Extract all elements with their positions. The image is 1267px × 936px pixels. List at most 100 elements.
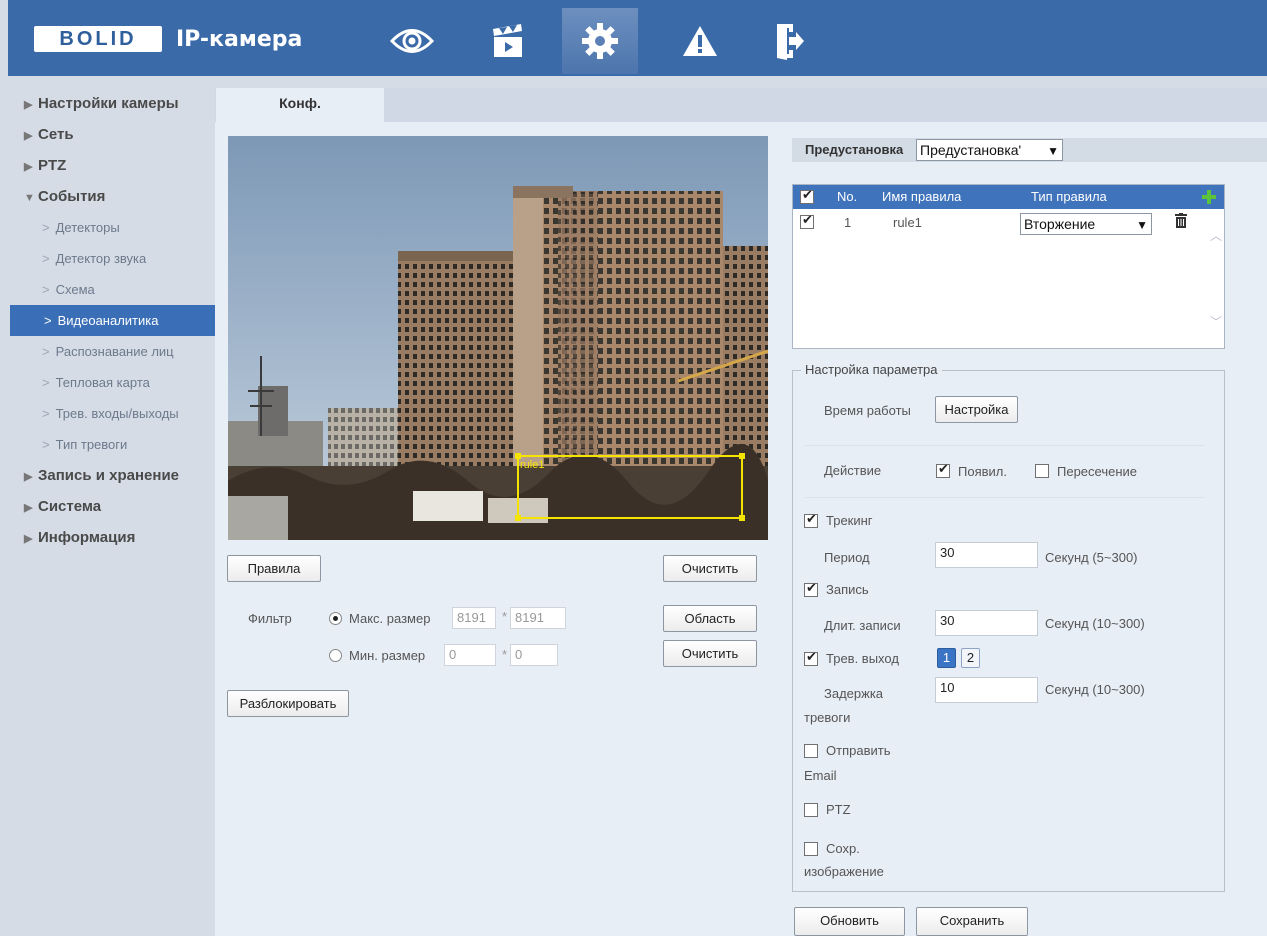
refresh-button[interactable]: Обновить xyxy=(794,907,905,936)
tracking-checkbox[interactable] xyxy=(804,512,818,528)
sidebar-item-storage[interactable]: ▶ Запись и хранение xyxy=(8,460,215,491)
chevron-right-icon: > xyxy=(42,437,50,452)
alarm-out-checkbox[interactable] xyxy=(804,650,818,666)
times-sign: * xyxy=(502,609,508,624)
scroll-down-icon[interactable]: ﹀ xyxy=(1210,313,1222,330)
record-checkbox[interactable] xyxy=(804,581,818,597)
sidebar-item-alarm-io[interactable]: > Трев. входы/выходы xyxy=(8,398,215,429)
preset-row: Предустановка Предустановка' ▼ xyxy=(792,138,1267,162)
clear-button[interactable]: Очистить xyxy=(663,555,757,582)
sidebar-item-label: Тепловая карта xyxy=(55,375,150,390)
sidebar-item-info[interactable]: ▶ Информация xyxy=(8,522,215,553)
sidebar-item-camera-settings[interactable]: ▶ Настройки камеры xyxy=(8,88,215,119)
record-length-hint: Секунд (10~300) xyxy=(1045,616,1145,631)
save-image-checkbox[interactable] xyxy=(804,842,818,856)
col-no: No. xyxy=(837,189,858,204)
sidebar-item-events[interactable]: ▼ События xyxy=(8,181,215,212)
sidebar-item-face-recognition[interactable]: > Распознавание лиц xyxy=(8,336,215,367)
preset-select[interactable]: Предустановка' ▼ xyxy=(916,139,1063,161)
chevron-down-icon: ▼ xyxy=(1136,218,1148,232)
chevron-right-icon: > xyxy=(42,406,50,421)
sidebar-item-label: PTZ xyxy=(38,157,67,174)
add-rule-icon[interactable] xyxy=(1202,190,1216,204)
row-checkbox[interactable] xyxy=(800,213,814,229)
action-appear-checkbox[interactable] xyxy=(936,462,950,478)
live-view-nav[interactable] xyxy=(374,8,450,74)
chevron-right-icon: > xyxy=(42,375,50,390)
min-width-input[interactable]: 0 xyxy=(444,644,496,666)
alarm-nav[interactable] xyxy=(662,8,738,74)
video-preview[interactable]: rule1 xyxy=(228,136,768,540)
sidebar-item-label: Информация xyxy=(38,529,136,546)
expand-arrow-icon: ▶ xyxy=(24,502,33,514)
playback-nav[interactable] xyxy=(470,8,546,74)
save-image-label-2: изображение xyxy=(804,864,884,879)
scroll-up-icon[interactable]: ︿ xyxy=(1210,227,1222,244)
collapse-arrow-icon: ▼ xyxy=(24,192,35,204)
table-scrollbar[interactable]: ︿ ﹀ xyxy=(1206,209,1224,348)
chevron-right-icon: > xyxy=(42,344,50,359)
work-time-label: Время работы xyxy=(824,403,911,418)
alarm-out-2[interactable]: 2 xyxy=(961,648,980,668)
record-length-label: Длит. записи xyxy=(824,618,901,633)
record-length-input[interactable]: 30 xyxy=(935,610,1038,636)
sidebar-item-video-analytics[interactable]: > Видеоаналитика xyxy=(10,305,215,336)
ptz-checkbox[interactable] xyxy=(804,803,818,817)
save-image-label: Сохр. xyxy=(826,841,860,856)
area-button[interactable]: Область xyxy=(663,605,757,632)
preset-label: Предустановка xyxy=(805,142,904,157)
alarm-delay-label-2: тревоги xyxy=(804,710,851,725)
divider xyxy=(805,497,1205,498)
max-size-label: Макс. размер xyxy=(349,611,431,626)
rules-button[interactable]: Правила xyxy=(227,555,321,582)
clapperboard-icon xyxy=(493,24,522,57)
period-input[interactable]: 30 xyxy=(935,542,1038,568)
send-email-label-2: Email xyxy=(804,768,837,783)
sidebar-item-scheme[interactable]: > Схема xyxy=(8,274,215,305)
unlock-button[interactable]: Разблокировать xyxy=(227,690,349,717)
sidebar-item-label: Детекторы xyxy=(55,220,120,235)
sidebar-item-network[interactable]: ▶ Сеть xyxy=(8,119,215,150)
clear-filter-button[interactable]: Очистить xyxy=(663,640,757,667)
expand-arrow-icon: ▶ xyxy=(24,99,33,111)
sidebar-item-system[interactable]: ▶ Система xyxy=(8,491,215,522)
alarm-delay-input[interactable]: 10 xyxy=(935,677,1038,703)
sidebar-item-ptz[interactable]: ▶ PTZ xyxy=(8,150,215,181)
tab-bar: Конф. xyxy=(215,88,1267,122)
action-appear-label: Появил. xyxy=(958,464,1007,479)
eye-icon xyxy=(390,29,434,53)
chevron-right-icon: > xyxy=(42,282,50,297)
save-button[interactable]: Сохранить xyxy=(916,907,1028,936)
settings-nav[interactable] xyxy=(562,8,638,74)
rules-table-header: No. Имя правила Тип правила xyxy=(793,185,1224,209)
max-height-input[interactable]: 8191 xyxy=(510,607,566,629)
logout-nav[interactable] xyxy=(752,8,828,74)
action-cross-checkbox[interactable] xyxy=(1035,464,1049,478)
chevron-right-icon: > xyxy=(42,251,50,266)
sidebar-item-audio-detector[interactable]: > Детектор звука xyxy=(8,243,215,274)
sidebar-item-label: Трев. входы/выходы xyxy=(55,406,179,421)
camera-scene: rule1 xyxy=(228,136,768,540)
work-time-button[interactable]: Настройка xyxy=(935,396,1018,423)
tab-config[interactable]: Конф. xyxy=(216,88,384,122)
select-all-checkbox[interactable] xyxy=(800,188,814,204)
send-email-label: Отправить xyxy=(826,743,891,758)
params-legend: Настройка параметра xyxy=(801,362,942,377)
chevron-right-icon: > xyxy=(42,220,50,235)
min-size-radio[interactable] xyxy=(329,649,342,662)
alarm-out-1[interactable]: 1 xyxy=(937,648,956,668)
max-size-radio[interactable] xyxy=(329,612,342,625)
logo-text: BOLID xyxy=(59,28,137,50)
sidebar: ▶ Настройки камеры ▶ Сеть ▶ PTZ ▼ События > Д… xyxy=(8,88,215,553)
sidebar-item-alarm-type[interactable]: > Тип тревоги xyxy=(8,429,215,460)
sidebar-item-heat-map[interactable]: > Тепловая карта xyxy=(8,367,215,398)
sidebar-item-detectors[interactable]: > Детекторы xyxy=(8,212,215,243)
rule-type-value: Вторжение xyxy=(1024,216,1096,232)
rule-type-select[interactable]: Вторжение ▼ xyxy=(1020,213,1152,235)
trash-icon[interactable] xyxy=(1175,213,1187,228)
send-email-checkbox[interactable] xyxy=(804,744,818,758)
max-width-input[interactable]: 8191 xyxy=(452,607,496,629)
min-height-input[interactable]: 0 xyxy=(510,644,558,666)
rules-table: No. Имя правила Тип правила 1 rule1 Втор… xyxy=(792,184,1225,349)
sidebar-item-label: Видеоаналитика xyxy=(57,313,159,328)
